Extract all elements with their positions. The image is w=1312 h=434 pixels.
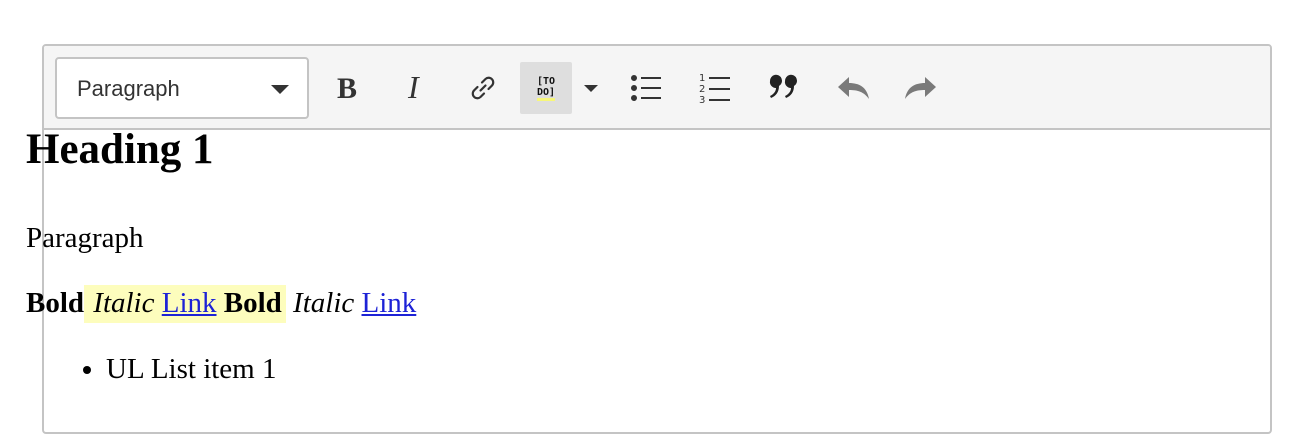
bold-text: Bold xyxy=(223,287,282,319)
numbered-list-icon: 1 2 3 xyxy=(698,71,732,105)
todo-highlight-button[interactable]: [TO DO] xyxy=(520,62,572,114)
text-link[interactable]: Link xyxy=(362,287,417,319)
svg-text:B: B xyxy=(337,73,357,103)
svg-text:1: 1 xyxy=(699,73,705,84)
highlighted-text: Italic Link Bold xyxy=(84,285,286,323)
list-item: UL List item 1 xyxy=(106,352,277,387)
todo-icon-text-bottom: DO] xyxy=(536,87,556,101)
redo-button[interactable] xyxy=(895,62,947,114)
svg-text:3: 3 xyxy=(699,95,705,105)
heading-dropdown[interactable]: Paragraph xyxy=(55,57,309,119)
block-quote-button[interactable] xyxy=(758,62,810,114)
svg-text:I: I xyxy=(407,73,420,103)
todo-highlight-dropdown-arrow[interactable] xyxy=(580,62,602,114)
redo-icon xyxy=(903,73,939,103)
bulleted-list: UL List item 1 xyxy=(26,352,277,387)
numbered-list-button[interactable]: 1 2 3 xyxy=(689,62,741,114)
undo-icon xyxy=(835,73,871,103)
heading-1: Heading 1 xyxy=(26,126,214,173)
chevron-down-icon xyxy=(271,85,289,94)
bold-icon: B xyxy=(333,73,363,103)
formatted-line: Bold Italic Link Bold Italic Link xyxy=(26,285,417,323)
undo-button[interactable] xyxy=(827,62,879,114)
bulleted-list-icon xyxy=(629,71,663,105)
italic-text: Italic xyxy=(93,287,155,319)
link-icon xyxy=(467,72,499,104)
italic-text: Italic xyxy=(293,287,355,319)
chevron-down-icon xyxy=(584,84,598,92)
bold-button[interactable]: B xyxy=(322,62,374,114)
todo-icon-text-top: [TO xyxy=(536,75,556,87)
quote-icon xyxy=(767,73,801,103)
bold-text: Bold xyxy=(26,287,85,319)
heading-dropdown-value: Paragraph xyxy=(77,76,180,101)
link-button[interactable] xyxy=(457,62,509,114)
todo-highlight-icon: [TO DO] xyxy=(536,75,556,101)
paragraph: Paragraph xyxy=(26,222,144,254)
italic-button[interactable]: I xyxy=(390,62,442,114)
bulleted-list-button[interactable] xyxy=(620,62,672,114)
editor-toolbar: Paragraph B I [TO DO] 1 2 3 xyxy=(44,46,1270,130)
italic-icon: I xyxy=(401,73,431,103)
text-link[interactable]: Link xyxy=(162,287,217,319)
svg-text:2: 2 xyxy=(699,84,705,95)
